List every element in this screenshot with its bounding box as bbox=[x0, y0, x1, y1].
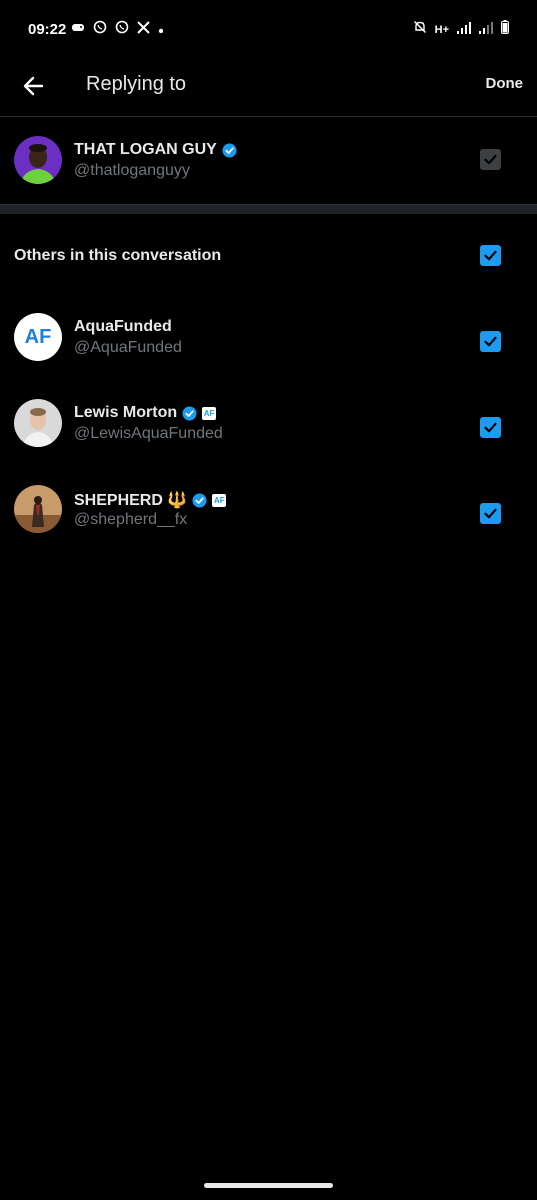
mute-bell-icon bbox=[413, 20, 427, 39]
avatar bbox=[14, 399, 62, 447]
affiliate-badge-icon: AF bbox=[202, 406, 217, 420]
section-title: Others in this conversation bbox=[14, 247, 222, 264]
network-type: H+ bbox=[434, 23, 449, 36]
user-name: Lewis Morton bbox=[74, 404, 178, 421]
select-all-checkbox[interactable] bbox=[480, 245, 501, 266]
verified-badge-icon bbox=[192, 493, 207, 508]
user-name: THAT LOGAN GUY bbox=[74, 141, 217, 158]
whatsapp-icon bbox=[93, 20, 107, 39]
primary-user-checkbox[interactable] bbox=[480, 149, 501, 170]
list-item: SHEPHERD 🔱 AF @shepherd__fx bbox=[0, 474, 537, 544]
aquafunded-logo-text: AF bbox=[25, 326, 52, 348]
checkmark-icon bbox=[484, 250, 497, 261]
user-handle: @LewisAquaFunded bbox=[74, 425, 223, 442]
home-indicator[interactable] bbox=[204, 1183, 333, 1188]
avatar: AF bbox=[14, 313, 62, 361]
whatsapp-icon bbox=[115, 20, 129, 39]
status-time: 09:22 bbox=[28, 21, 67, 38]
top-bar: Replying to Done bbox=[0, 60, 537, 117]
game-controller-icon bbox=[71, 21, 85, 39]
checkmark-icon bbox=[484, 336, 497, 347]
x-logo-icon bbox=[137, 20, 150, 39]
page-title: Replying to bbox=[86, 73, 187, 95]
user-name: SHEPHERD 🔱 bbox=[74, 492, 188, 509]
avatar bbox=[14, 485, 62, 533]
back-arrow-icon[interactable] bbox=[20, 72, 48, 100]
checkmark-icon bbox=[484, 508, 497, 519]
checkmark-icon bbox=[484, 422, 497, 433]
signal-icon bbox=[457, 21, 471, 39]
user-checkbox[interactable] bbox=[480, 417, 501, 438]
affiliate-badge-icon: AF bbox=[212, 493, 227, 507]
battery-icon bbox=[501, 20, 509, 39]
verified-badge-icon bbox=[182, 406, 197, 421]
user-checkbox[interactable] bbox=[480, 331, 501, 352]
list-item: Lewis Morton AF @LewisAquaFunded bbox=[0, 388, 537, 458]
user-handle: @thatloganguyy bbox=[74, 162, 190, 179]
avatar bbox=[14, 136, 62, 184]
checkmark-icon bbox=[484, 154, 497, 165]
status-bar: 09:22 H+ bbox=[0, 0, 537, 60]
user-handle: @shepherd__fx bbox=[74, 511, 188, 528]
section-divider bbox=[0, 204, 537, 214]
primary-user-row: THAT LOGAN GUY @thatloganguyy bbox=[0, 125, 537, 195]
user-name: AquaFunded bbox=[74, 318, 172, 335]
done-button[interactable]: Done bbox=[486, 75, 524, 92]
user-checkbox[interactable] bbox=[480, 503, 501, 524]
notification-dot-icon bbox=[158, 21, 164, 39]
user-handle: @AquaFunded bbox=[74, 339, 182, 356]
verified-badge-icon bbox=[222, 143, 237, 158]
list-item: AF AquaFunded @AquaFunded bbox=[0, 302, 537, 372]
signal-icon bbox=[479, 21, 493, 39]
